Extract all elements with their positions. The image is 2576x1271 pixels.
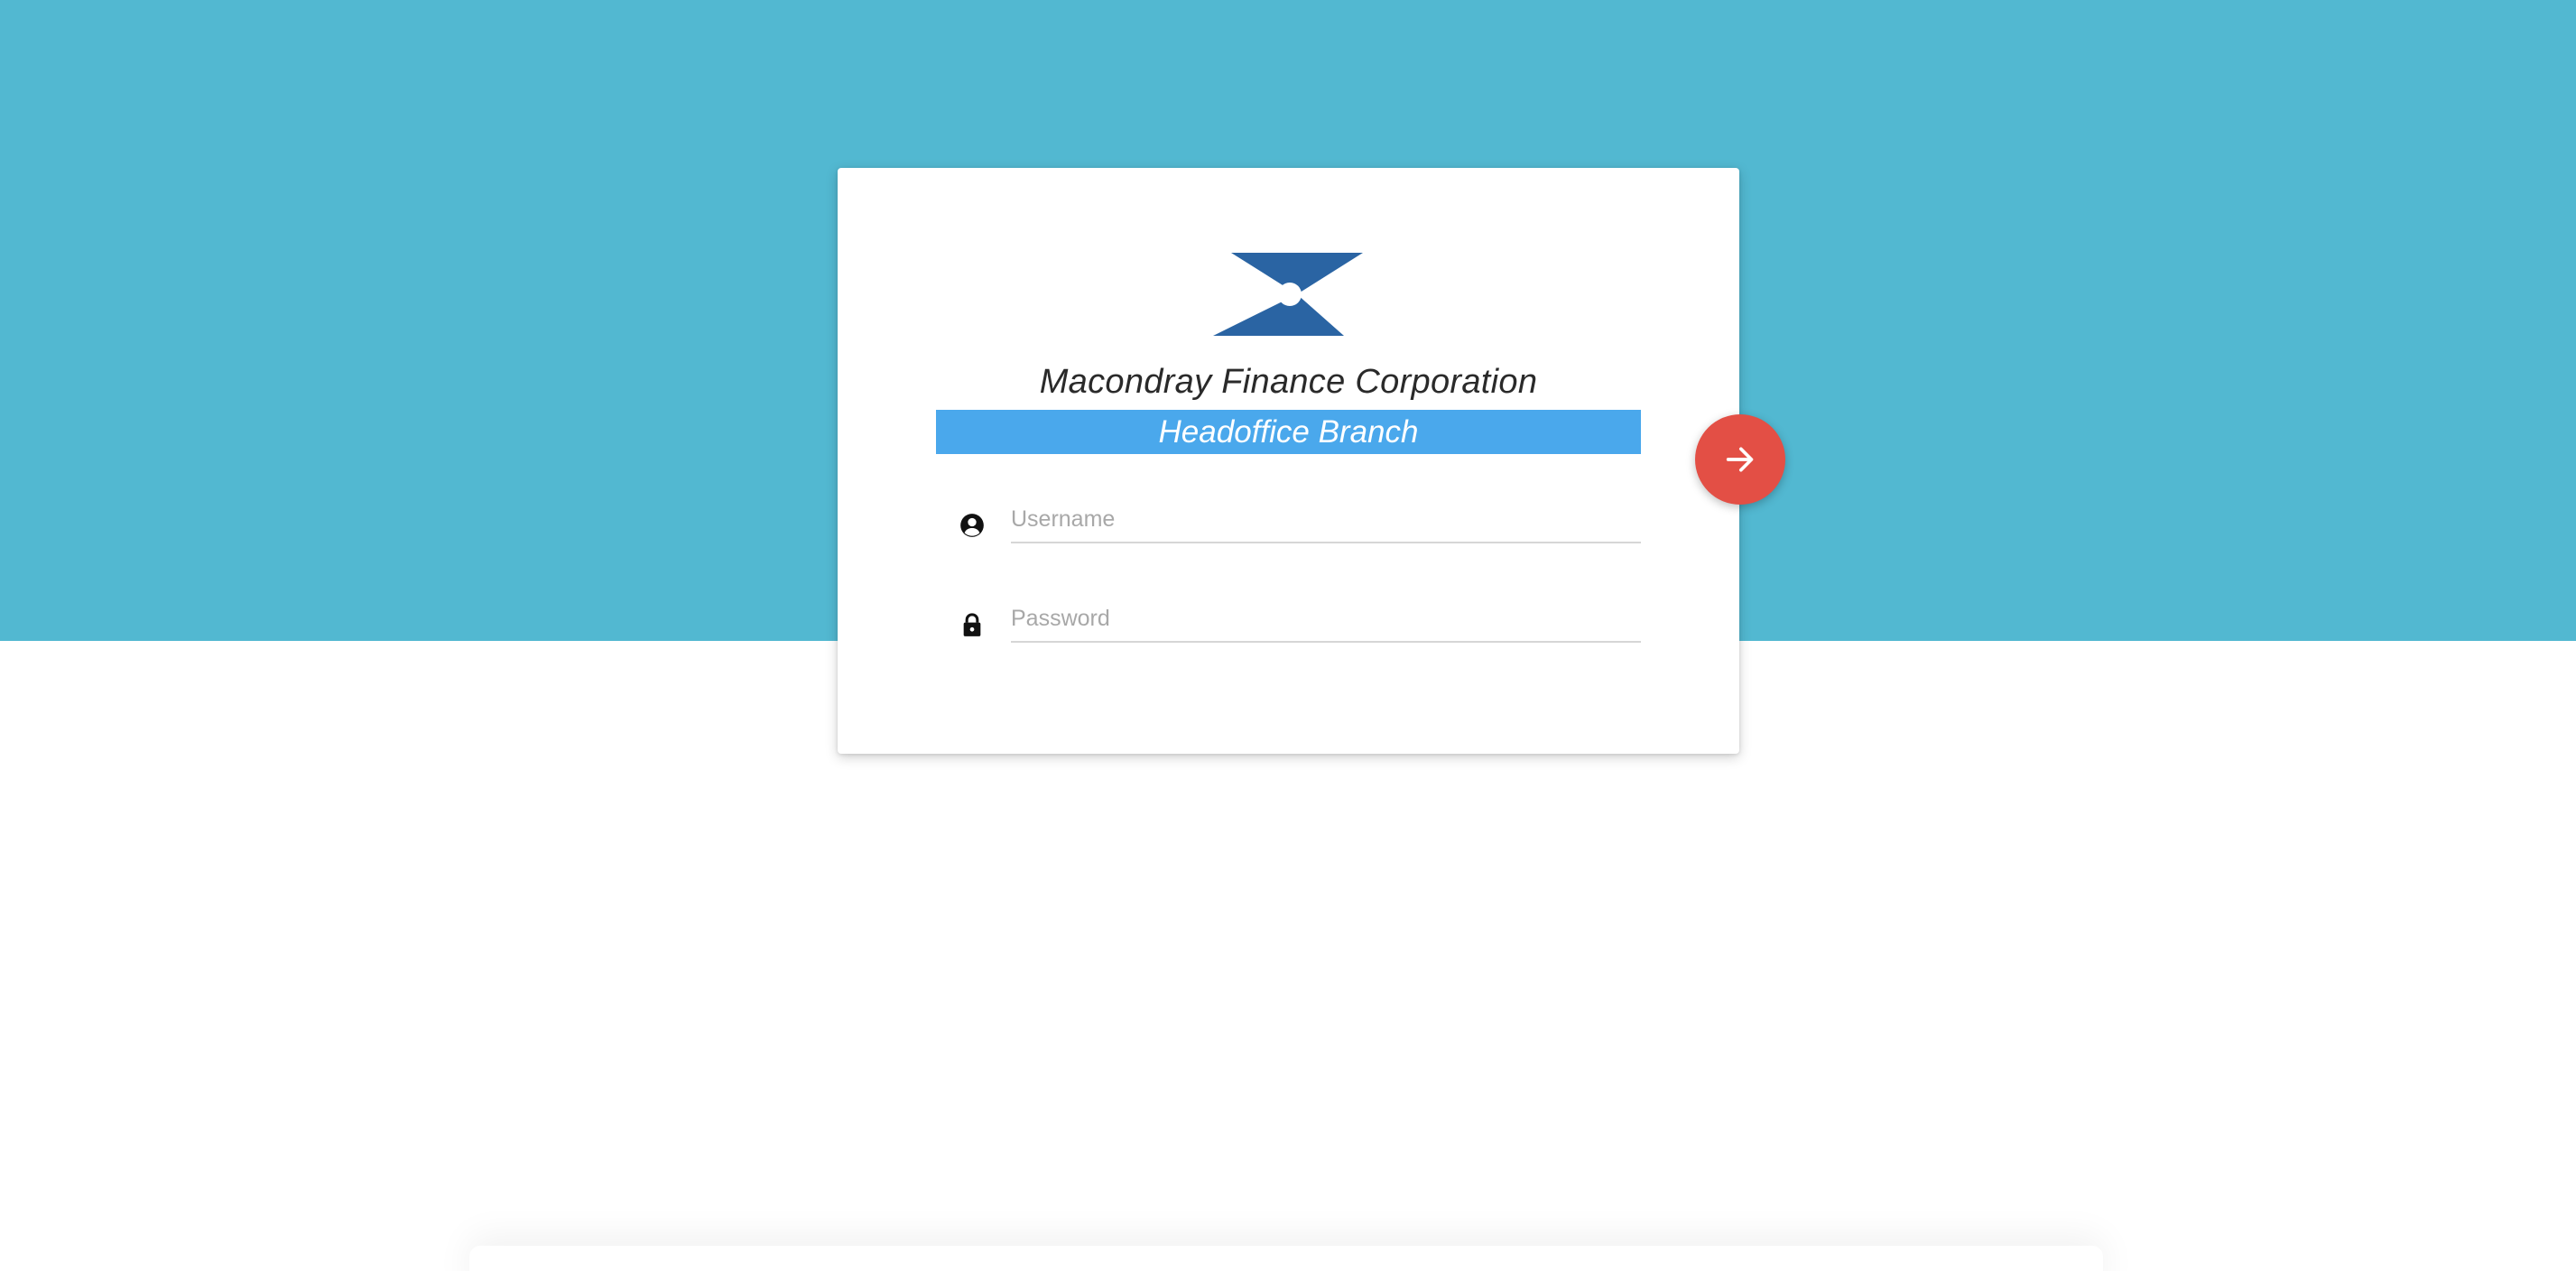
login-page: Macondray Finance Corporation Headoffice… bbox=[0, 0, 2576, 1271]
arrow-right-icon bbox=[1726, 447, 1754, 472]
username-input[interactable] bbox=[1011, 496, 1641, 543]
login-card: Macondray Finance Corporation Headoffice… bbox=[838, 168, 1739, 754]
branch-name-banner: Headoffice Branch bbox=[936, 410, 1641, 454]
login-submit-button[interactable] bbox=[1695, 414, 1785, 505]
hourglass-x-logo-icon bbox=[1213, 253, 1363, 336]
account-circle-icon bbox=[960, 514, 984, 537]
lock-icon bbox=[963, 613, 981, 636]
password-input[interactable] bbox=[1011, 596, 1641, 643]
username-field-row bbox=[936, 489, 1641, 552]
bottom-panel-edge bbox=[469, 1246, 2103, 1271]
company-name: Macondray Finance Corporation bbox=[1039, 363, 1538, 401]
password-field-row bbox=[936, 589, 1641, 652]
